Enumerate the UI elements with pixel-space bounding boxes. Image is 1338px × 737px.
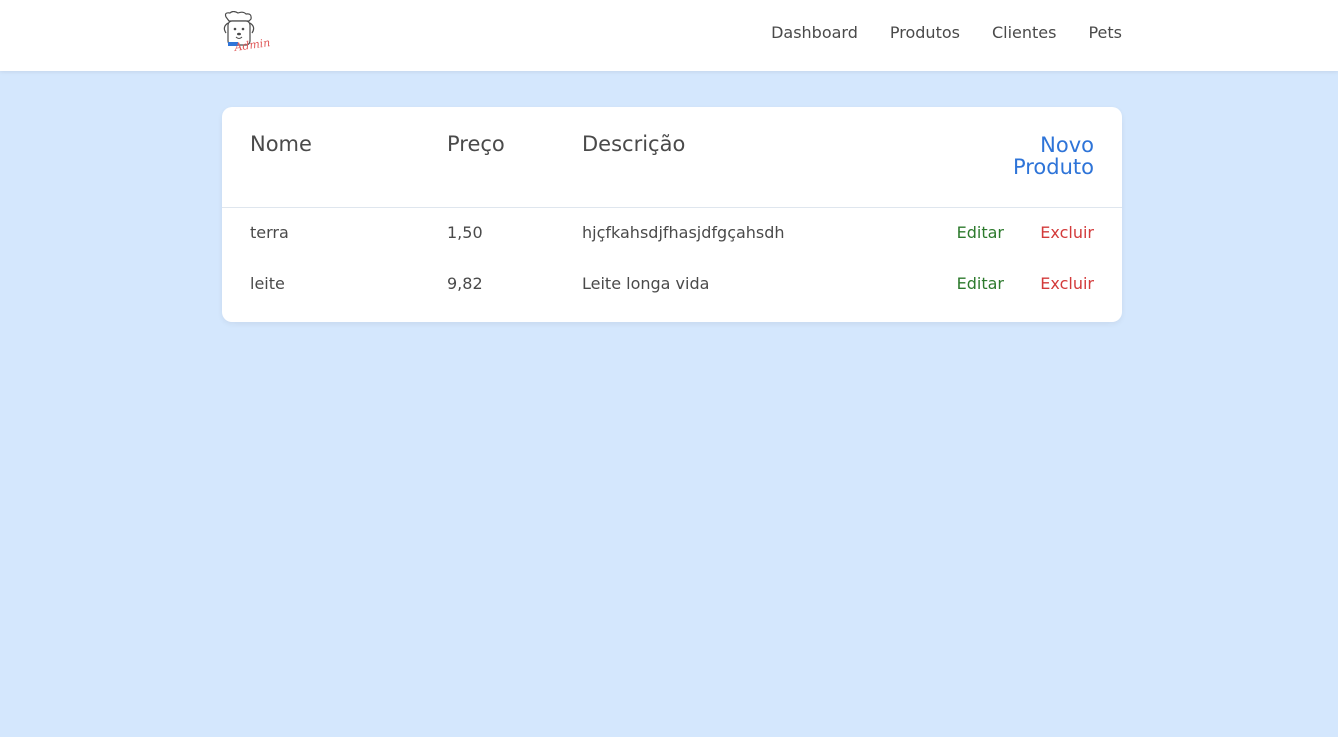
column-header-descricao: Descrição [582, 132, 686, 156]
edit-button[interactable]: Editar [957, 223, 1004, 242]
top-navbar: Admin Dashboard Produtos Clientes Pets [0, 0, 1338, 71]
nav-produtos[interactable]: Produtos [890, 23, 960, 42]
table-row: leite 9,82 Leite longa vida Editar Exclu… [222, 271, 1122, 301]
cell-descricao: Leite longa vida [582, 274, 710, 293]
table-header: Nome Preço Descrição Novo Produto [222, 107, 1122, 208]
column-header-preco: Preço [447, 132, 505, 156]
table-row: terra 1,50 hjçfkahsdjfhasjdfgçahsdh Edit… [222, 220, 1122, 250]
new-product-label-line1: Novo [1040, 133, 1094, 157]
edit-button[interactable]: Editar [957, 274, 1004, 293]
column-header-nome: Nome [250, 132, 312, 156]
cell-preco: 1,50 [447, 223, 483, 242]
delete-button[interactable]: Excluir [1040, 274, 1094, 293]
new-product-label-line2: Produto [1012, 155, 1094, 179]
delete-button[interactable]: Excluir [1040, 223, 1094, 242]
cell-descricao: hjçfkahsdjfhasjdfgçahsdh [582, 223, 785, 242]
nav-dashboard[interactable]: Dashboard [771, 23, 858, 42]
products-table-card: Nome Preço Descrição Novo Produto terra … [222, 107, 1122, 322]
new-product-button[interactable]: Novo Produto [974, 134, 1094, 178]
nav-clientes[interactable]: Clientes [992, 23, 1057, 42]
cell-preco: 9,82 [447, 274, 483, 293]
main-nav: Dashboard Produtos Clientes Pets [771, 0, 1122, 64]
cell-nome: leite [250, 274, 285, 293]
nav-pets[interactable]: Pets [1088, 23, 1122, 42]
cell-nome: terra [250, 223, 289, 242]
dog-chef-logo-icon[interactable]: Admin [221, 10, 271, 55]
